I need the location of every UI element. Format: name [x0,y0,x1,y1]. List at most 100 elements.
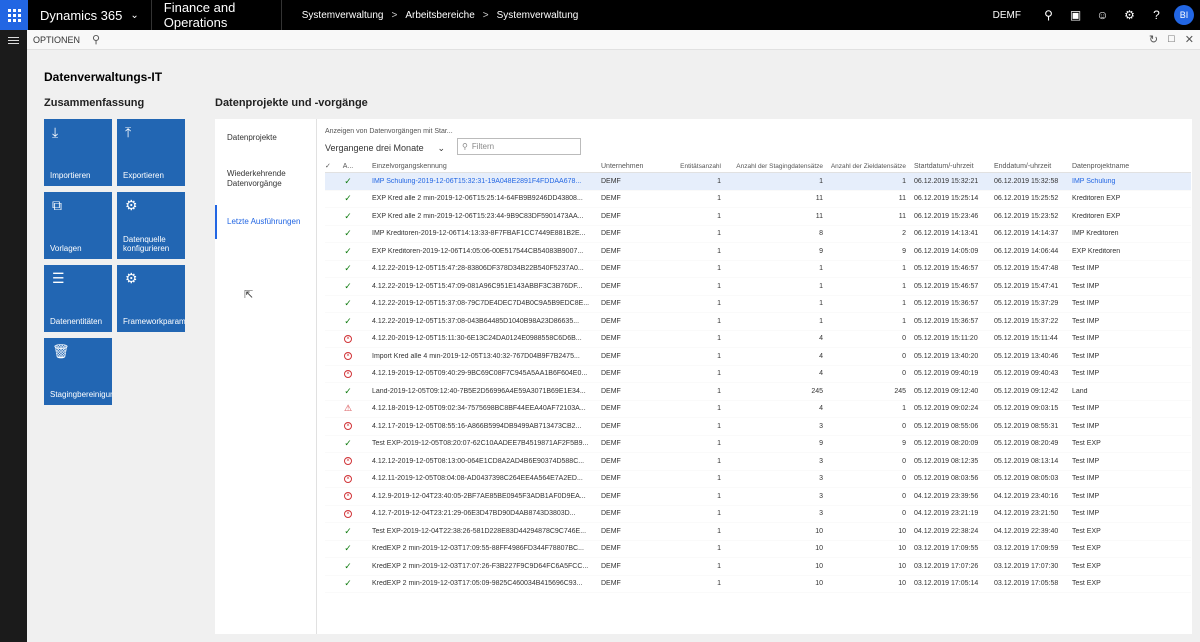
cell-id[interactable]: 4.12.11-2019-12-05T08:04:08-AD0437398C26… [362,475,597,482]
cell-id[interactable]: IMP Kreditoren-2019-12-06T14:13:33-8F7FB… [362,230,597,237]
cell-id[interactable]: IMP Schulung-2019-12-06T15:32:31-19A048E… [362,178,597,185]
cell-id[interactable]: Test EXP-2019-12-04T22:38:26-581D228E83D… [362,528,597,535]
cell-target: 9 [902,247,906,255]
col-target[interactable]: Anzahl der Zieldatensätze [827,163,910,170]
gear-icon[interactable]: ⚙ [1116,0,1143,30]
table-row[interactable]: ✓ IMP Schulung-2019-12-06T15:32:31-19A048… [325,173,1191,191]
table-row[interactable]: ⚠ 4.12.18-2019-12-05T09:02:34-7575698BC8B… [325,401,1191,418]
open-new-window-icon[interactable]: □ [1168,33,1175,46]
table-row[interactable]: × Import Kred alle 4 min-2019-12-05T13:40… [325,348,1191,366]
cell-id[interactable]: 4.12.9-2019-12-04T23:40:05-2BF7AE85BE094… [362,493,597,500]
tile-configure-source[interactable]: ⚙ Datenquelle konfigurieren [117,192,185,259]
breadcrumb-item[interactable]: Systemverwaltung [302,10,384,21]
table-row[interactable]: × 4.12.12-2019-12-05T08:13:00-064E1CD8A2A… [325,453,1191,471]
col-id[interactable]: Einzelvorgangskennung [362,163,597,170]
cell-id[interactable]: KredEXP 2 min-2019-12-03T17:09:55-88FF49… [362,545,597,552]
cell-id[interactable]: 4.12.22-2019-12-05T15:47:28-83806DF378D3… [362,265,597,272]
cell-id[interactable]: EXP Kred alle 2 min-2019-12-06T15:23:44-… [362,213,597,220]
table-row[interactable]: ✓ Land-2019-12-05T09:12:40-7B5E2D56996A4E… [325,383,1191,401]
table-row[interactable]: ✓ 4.12.22-2019-12-05T15:47:28-83806DF378D… [325,261,1191,278]
cell-id[interactable]: Import Kred alle 4 min-2019-12-05T13:40:… [362,353,597,360]
cell-id[interactable]: 4.12.19-2019-12-05T09:40:29-9BC69C08F7C9… [362,370,597,377]
table-row[interactable]: × 4.12.9-2019-12-04T23:40:05-2BF7AE85BE09… [325,488,1191,506]
tile-staging-cleanup[interactable]: 🗑 Stagingbereinigung [44,338,112,405]
period-select[interactable]: Vergangene drei Monate ⌄ [325,141,449,155]
cell-id[interactable]: KredEXP 2 min-2019-12-03T17:07:26-F3B227… [362,563,597,570]
table-row[interactable]: ✓ IMP Kreditoren-2019-12-06T14:13:33-8F7F… [325,226,1191,243]
smiley-icon[interactable]: ☺ [1089,0,1116,30]
avatar[interactable]: BI [1174,5,1194,25]
table-row[interactable]: ✓ EXP Kreditoren-2019-12-06T14:05:06-00E5… [325,243,1191,261]
cell-id[interactable]: 4.12.17-2019-12-05T08:55:16-A866B5994DB9… [362,423,597,430]
cell-id[interactable]: KredEXP 2 min-2019-12-03T17:05:09-9825C4… [362,580,597,587]
app-launcher-icon[interactable] [0,0,28,30]
col-status[interactable]: A... [334,163,362,170]
download-icon: ⤓ [52,124,59,140]
message-icon[interactable]: ▣ [1062,0,1089,30]
col-entities[interactable]: Entitätsanzahl [652,163,725,170]
close-icon[interactable]: ✕ [1185,33,1194,46]
search-icon[interactable]: ⚲ [92,33,100,46]
tile-templates[interactable]: ⧉ Vorlagen [44,192,112,259]
table-row[interactable]: ✓ KredEXP 2 min-2019-12-03T17:09:55-88FF4… [325,541,1191,558]
page-scrollbar[interactable] [1192,119,1200,634]
table-row[interactable]: ✓ 4.12.22-2019-12-05T15:37:08-79C7DE4DEC7… [325,296,1191,313]
cell-id[interactable]: 4.12.18-2019-12-05T09:02:34-7575698BC8BF… [362,405,597,412]
module-name[interactable]: Finance and Operations [152,0,282,30]
company-picker[interactable]: DEMF [993,10,1021,21]
table-row[interactable]: ✓ 4.12.22-2019-12-05T15:47:09-081A96C951E… [325,278,1191,296]
table-row[interactable]: × 4.12.7-2019-12-04T23:21:29-06E3D47BD90D… [325,506,1191,523]
tile-export[interactable]: ⤒ Exportieren [117,119,185,186]
table-row[interactable]: × 4.12.19-2019-12-05T09:40:29-9BC69C08F7C… [325,366,1191,383]
table-row[interactable]: ✓ EXP Kred alle 2 min-2019-12-06T15:25:14… [325,191,1191,208]
cell-end: 06.12.2019 14:06:44 [994,247,1059,255]
select-all-checkbox[interactable]: ✓ [325,162,334,170]
breadcrumb-item[interactable]: Arbeitsbereiche [405,10,474,21]
col-end[interactable]: Enddatum/-uhrzeit [990,163,1068,170]
tile-framework-params[interactable]: ⚙ Frameworkparameter [117,265,185,332]
table-row[interactable]: ✓ KredEXP 2 min-2019-12-03T17:05:09-9825C… [325,576,1191,593]
tab-recent-runs[interactable]: Letzte Ausführungen [215,205,316,239]
table-row[interactable]: ✓ 4.12.22-2019-12-05T15:37:08-043B64485D1… [325,313,1191,331]
tile-import[interactable]: ⤓ Importieren [44,119,112,186]
col-project[interactable]: Datenprojektname [1068,163,1168,170]
table-row[interactable]: ✓ KredEXP 2 min-2019-12-03T17:07:26-F3B22… [325,558,1191,576]
table-row[interactable]: × 4.12.20-2019-12-05T15:11:30-6E13C24DA01… [325,331,1191,348]
table-row[interactable]: ✓ EXP Kred alle 2 min-2019-12-06T15:23:44… [325,208,1191,226]
cell-id[interactable]: 4.12.12-2019-12-05T08:13:00-064E1CD8A2AD… [362,458,597,465]
options-button[interactable]: OPTIONEN [33,35,80,45]
status-cell: ✓ [334,578,362,589]
tile-data-entities[interactable]: ☰ Datenentitäten [44,265,112,332]
app-name-menu[interactable]: Dynamics 365 ⌄ [28,0,152,30]
cell-id[interactable]: EXP Kreditoren-2019-12-06T14:05:06-00E51… [362,248,597,255]
cell-id[interactable]: EXP Kred alle 2 min-2019-12-06T15:25:14-… [362,195,597,202]
cell-end: 06.12.2019 15:23:52 [994,212,1059,220]
table-row[interactable]: ✓ Test EXP-2019-12-04T22:38:26-581D228E83… [325,523,1191,541]
cell-staging: 10 [815,580,823,588]
table-row[interactable]: ✓ Test EXP-2019-12-05T08:20:07-62C10AADEE… [325,436,1191,453]
col-company[interactable]: Unternehmen [597,163,652,170]
cell-id[interactable]: 4.12.20-2019-12-05T15:11:30-6E13C24DA012… [362,335,597,342]
tab-data-projects[interactable]: Datenprojekte [215,120,316,157]
col-staging[interactable]: Anzahl der Stagingdatensätze [725,163,827,170]
table-row[interactable]: × 4.12.11-2019-12-05T08:04:08-AD0437398C2… [325,471,1191,488]
refresh-icon[interactable]: ↻ [1149,33,1158,46]
hamburger-icon[interactable] [0,30,27,50]
cell-start: 05.12.2019 15:46:57 [914,265,979,273]
cell-entities: 1 [717,492,721,500]
cell-id[interactable]: 4.12.22-2019-12-05T15:37:08-79C7DE4DEC7D… [362,300,597,307]
help-icon[interactable]: ? [1143,0,1170,30]
cell-id[interactable]: 4.12.22-2019-12-05T15:47:09-081A96C951E1… [362,283,597,290]
cell-company: DEMF [601,265,621,273]
table-row[interactable]: × 4.12.17-2019-12-05T08:55:16-A866B5994DB… [325,418,1191,436]
breadcrumb-item[interactable]: Systemverwaltung [497,10,579,21]
tab-recurring-operations[interactable]: Wiederkehrende Datenvorgänge [215,157,316,201]
search-icon[interactable]: ⚲ [1035,0,1062,30]
cell-company: DEMF [601,475,621,483]
cell-id[interactable]: 4.12.7-2019-12-04T23:21:29-06E3D47BD90D4… [362,510,597,517]
cell-id[interactable]: Land-2019-12-05T09:12:40-7B5E2D56996A4E5… [362,388,597,395]
cell-id[interactable]: Test EXP-2019-12-05T08:20:07-62C10AADEE7… [362,440,597,447]
cell-id[interactable]: 4.12.22-2019-12-05T15:37:08-043B64485D10… [362,318,597,325]
col-start[interactable]: Startdatum/-uhrzeit [910,163,990,170]
filter-input[interactable]: ⚲ Filtern [457,138,581,155]
